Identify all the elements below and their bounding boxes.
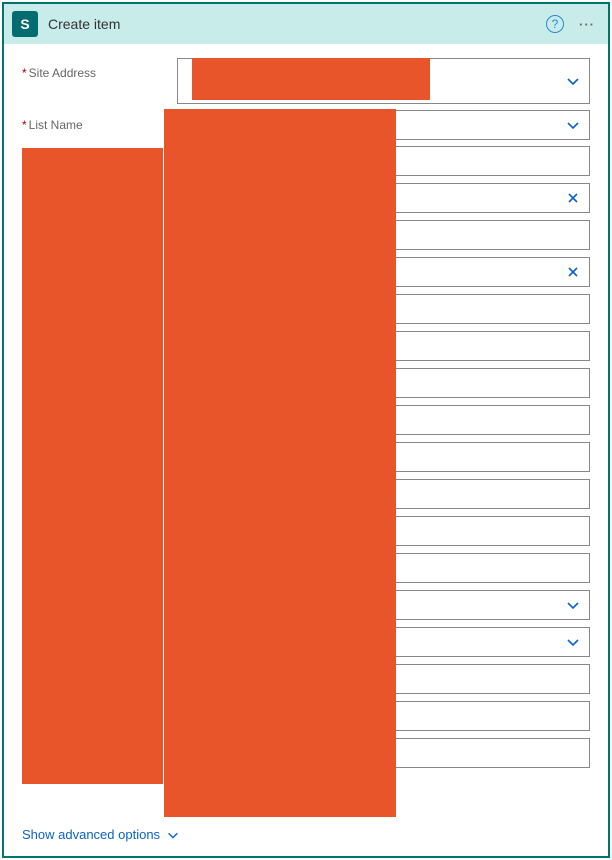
redaction-overlay (164, 109, 396, 817)
chevron-down-icon (166, 828, 180, 842)
clear-icon[interactable] (565, 190, 581, 206)
redaction-overlay (22, 148, 163, 784)
show-advanced-link[interactable]: Show advanced options (22, 827, 180, 842)
sharepoint-icon: S (12, 11, 38, 37)
chevron-down-icon[interactable] (565, 634, 581, 650)
show-advanced-label: Show advanced options (22, 827, 160, 842)
help-icon[interactable]: ? (546, 15, 564, 33)
help-icon-glyph: ? (552, 17, 559, 31)
chevron-down-icon[interactable] (565, 73, 581, 89)
action-card: S Create item ? ··· *Site Address (2, 2, 610, 858)
card-body: *Site Address *List Name (4, 44, 608, 817)
card-header: S Create item ? ··· (4, 4, 608, 44)
redaction-overlay (192, 58, 430, 100)
label-site-address: *Site Address (22, 58, 167, 80)
card-title: Create item (48, 16, 536, 32)
required-marker: * (22, 118, 27, 132)
sharepoint-icon-letter: S (20, 16, 29, 32)
clear-icon[interactable] (565, 264, 581, 280)
more-menu-icon[interactable]: ··· (574, 17, 600, 32)
required-marker: * (22, 66, 27, 80)
chevron-down-icon[interactable] (565, 597, 581, 613)
label-list-name: *List Name (22, 110, 167, 132)
more-icon-glyph: ··· (579, 17, 595, 32)
chevron-down-icon[interactable] (565, 117, 581, 133)
card-footer: Show advanced options (4, 817, 608, 856)
